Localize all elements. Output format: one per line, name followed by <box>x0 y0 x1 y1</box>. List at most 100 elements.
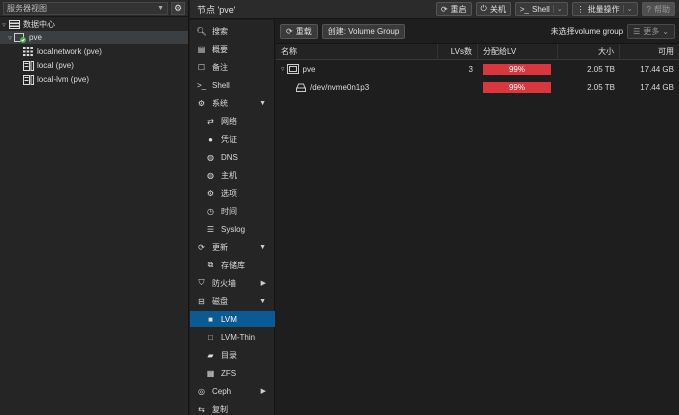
column-header-lvs[interactable]: LVs数 <box>438 43 478 60</box>
chevron-right-icon[interactable]: ▶ <box>261 387 266 395</box>
square-outline-icon: □ <box>208 332 213 342</box>
nav-label: LVM <box>221 314 237 324</box>
network-arrows-icon: ⇄ <box>207 116 214 126</box>
nav-label: 防火墙 <box>212 278 236 288</box>
nav-item-lvm[interactable]: ■ LVM <box>190 311 275 327</box>
nav-item-firewall[interactable]: ⛉ 防火墙 ▶ <box>190 275 275 291</box>
tree-item-node-pve[interactable]: ▿ pve <box>0 31 188 44</box>
collapse-icon[interactable]: ▿ <box>0 21 8 29</box>
nav-item-updates[interactable]: ⟳ 更新 ▼ <box>190 239 275 255</box>
nav-item-system[interactable]: ⚙ 系统 ▼ <box>190 95 275 111</box>
datacenter-icon <box>8 20 20 30</box>
create-volume-group-button[interactable]: 创建: Volume Group <box>321 24 406 39</box>
nav-label: 选项 <box>221 188 237 198</box>
nav-item-syslog[interactable]: ☰ Syslog <box>190 221 275 237</box>
chevron-right-icon[interactable]: ▶ <box>261 279 266 287</box>
hdd-icon: ⊟ <box>198 296 205 306</box>
list-icon: ☰ <box>633 27 641 36</box>
terminal-icon: >_ <box>196 80 207 90</box>
table-row[interactable]: /dev/nvme0n1p3 99% 2.05 TB 17.44 GB <box>276 78 679 96</box>
row-name: /dev/nvme0n1p3 <box>310 82 370 92</box>
terminal-icon: >_ <box>519 4 529 14</box>
node-nav-menu: 🔍︎ 搜索 ▤ 概要 ☐ 备注 >_ Shell ⚙ 系统 ▼ ⇄ 网络 ● 凭证 ◍ DNS ◍… <box>190 20 275 415</box>
bulk-actions-button[interactable]: ⋮ 批量操作 ⌄ <box>571 2 638 16</box>
view-selector-label: 服务器视图 <box>7 3 47 13</box>
size-cell: 2.05 TB <box>587 64 615 74</box>
allocated-cell: 99% <box>478 60 558 78</box>
nav-label: 时间 <box>221 206 237 216</box>
chevron-down-icon: ⌄ <box>662 27 669 36</box>
nav-label: 概要 <box>212 44 228 54</box>
globe-icon: ◍ <box>207 170 214 180</box>
nav-item-shell[interactable]: >_ Shell <box>190 77 275 93</box>
nav-label: 复制 <box>212 404 228 414</box>
column-header-allocated[interactable]: 分配给LV <box>478 43 558 60</box>
free-cell: 17.44 GB <box>640 64 674 74</box>
collapse-icon[interactable]: ▿ <box>6 34 14 42</box>
chevron-down-icon: ▼ <box>157 4 164 12</box>
reboot-button[interactable]: ⟳ 重启 <box>435 2 472 16</box>
more-button[interactable]: ☰ 更多 ⌄ <box>627 24 675 39</box>
nav-item-dns[interactable]: ◍ DNS <box>190 149 275 165</box>
chevron-down-icon[interactable]: ▼ <box>259 244 266 251</box>
nav-label: Syslog <box>221 224 246 234</box>
lvs-cell <box>438 78 478 96</box>
nav-label: 系统 <box>212 98 228 108</box>
column-header-name[interactable]: 名称 <box>276 43 438 60</box>
table-header: 名称 LVs数 分配给LV 大小 可用 <box>276 43 679 60</box>
power-icon: ⏻ <box>480 4 487 13</box>
shell-button[interactable]: >_ Shell ⌄ <box>514 2 568 16</box>
nav-item-hosts[interactable]: ◍ 主机 <box>190 167 275 183</box>
book-icon: ▤ <box>197 44 206 54</box>
tree-item-local-lvm[interactable]: local-lvm (pve) <box>0 73 188 86</box>
storage-icon <box>22 60 34 71</box>
usage-bar: 99% <box>483 63 551 75</box>
nav-label: ZFS <box>221 368 237 378</box>
chevron-down-icon[interactable]: ⌄ <box>552 5 563 13</box>
tree-item-datacenter[interactable]: ▿ 数据中心 <box>0 18 188 31</box>
nav-item-options[interactable]: ⚙ 选项 <box>190 185 275 201</box>
top-toolbar: 节点 'pve' ⟳ 重启 ⏻ 关机 >_ Shell ⌄ ⋮ 批量操作 ⌄ ?… <box>190 0 679 19</box>
table-row[interactable]: ▿ pve 3 99% 2.05 TB 17.44 GB <box>276 60 679 78</box>
globe-icon: ◍ <box>207 152 214 162</box>
nav-item-ceph[interactable]: ◎ Ceph ▶ <box>190 383 275 399</box>
nav-item-replication[interactable]: ⇆ 复制 <box>190 401 275 415</box>
nav-item-disks[interactable]: ⊟ 磁盘 ▼ <box>190 293 275 309</box>
nav-label: Ceph <box>212 386 232 396</box>
chevron-down-icon[interactable]: ▼ <box>259 298 266 305</box>
nav-item-network[interactable]: ⇄ 网络 <box>190 113 275 129</box>
nav-item-directory[interactable]: ▰ 目录 <box>190 347 275 363</box>
column-header-free[interactable]: 可用 <box>620 44 679 60</box>
tree-item-label: local (pve) <box>37 61 74 70</box>
search-icon: 🔍︎ <box>196 26 207 36</box>
nav-item-time[interactable]: ◷ 时间 <box>190 203 275 219</box>
usage-bar: 99% <box>483 81 551 93</box>
collapse-icon[interactable]: ▿ <box>281 65 285 73</box>
tree-item-localnetwork[interactable]: localnetwork (pve) <box>0 45 188 58</box>
name-cell: /dev/nvme0n1p3 <box>276 78 438 96</box>
reload-button[interactable]: ⟳ 重载 <box>280 24 318 39</box>
nav-item-zfs[interactable]: ▦ ZFS <box>190 365 275 381</box>
bulk-actions-label: 批量操作 <box>587 4 620 14</box>
nav-label: 目录 <box>221 350 237 360</box>
chevron-down-icon[interactable]: ▼ <box>259 100 266 107</box>
nav-item-notes[interactable]: ☐ 备注 <box>190 59 275 75</box>
nav-item-certificates[interactable]: ● 凭证 <box>190 131 275 147</box>
tree-item-local[interactable]: local (pve) <box>0 59 188 72</box>
shutdown-button[interactable]: ⏻ 关机 <box>475 2 511 16</box>
gear-icon: ⚙ <box>206 188 215 198</box>
column-header-size[interactable]: 大小 <box>558 43 620 60</box>
help-button[interactable]: ? 帮助 <box>641 2 675 16</box>
nav-item-summary[interactable]: ▤ 概要 <box>190 41 275 57</box>
nav-item-repositories[interactable]: ⧉ 存储库 <box>190 257 275 273</box>
refresh-icon: ⟳ <box>286 27 293 36</box>
more-vertical-icon: ⋮ <box>576 4 585 14</box>
gear-icon[interactable]: ⚙ <box>171 1 185 15</box>
view-selector[interactable]: 服务器视图 ▼ <box>3 1 168 15</box>
selection-status: 未选择volume group <box>550 27 624 36</box>
nav-label: 凭证 <box>221 134 237 144</box>
nav-item-lvm-thin[interactable]: □ LVM-Thin <box>190 329 275 345</box>
nav-item-search[interactable]: 🔍︎ 搜索 <box>190 23 275 39</box>
volume-group-icon <box>286 64 299 74</box>
help-icon: ? <box>646 4 651 14</box>
